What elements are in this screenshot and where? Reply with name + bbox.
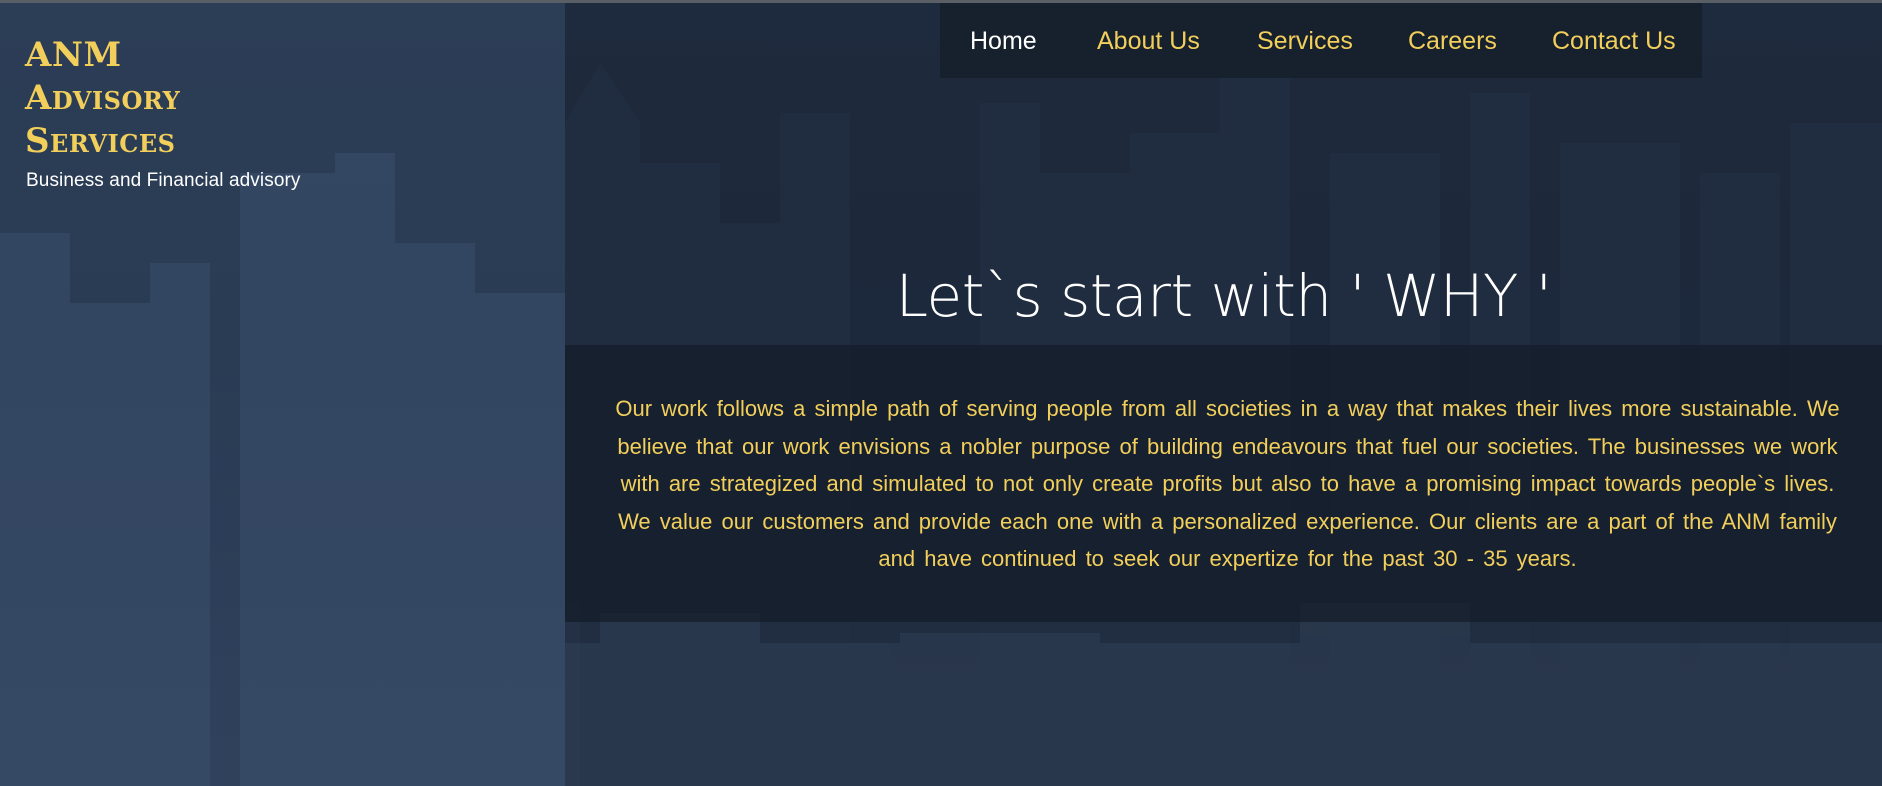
brand-line-2: Advisory [25, 78, 181, 118]
hero-heading: Let`s start with ' WHY ' [895, 262, 1552, 330]
brand-line-3: Services [25, 121, 176, 161]
nav-about-us[interactable]: About Us [1097, 27, 1200, 56]
main-nav: Home About Us Services Careers Contact U… [940, 3, 1702, 78]
nav-careers[interactable]: Careers [1408, 27, 1497, 56]
brand-tagline: Business and Financial advisory [26, 170, 301, 191]
brand-logo[interactable]: ANM Advisory Services [25, 34, 325, 163]
nav-home[interactable]: Home [970, 27, 1037, 56]
brand-line-1: ANM [25, 35, 122, 75]
nav-services[interactable]: Services [1257, 27, 1353, 56]
hero-body-text: Our work follows a simple path of servin… [615, 396, 1840, 572]
nav-contact-us[interactable]: Contact Us [1552, 27, 1676, 56]
